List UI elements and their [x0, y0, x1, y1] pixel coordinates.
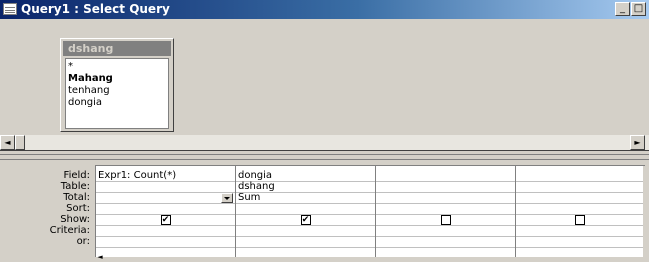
- row-label-total: Total:: [63, 192, 90, 203]
- row-label-criteria: Criteria:: [49, 225, 90, 236]
- grid-cell-table[interactable]: [376, 182, 515, 193]
- grid-cell-or[interactable]: [516, 237, 643, 248]
- grid-horizontal-scrollbar[interactable]: ◄: [95, 249, 135, 261]
- grid-cell-sort[interactable]: [376, 204, 515, 215]
- show-checkbox[interactable]: ✔: [300, 215, 311, 225]
- show-checkbox[interactable]: [440, 215, 451, 225]
- grid-cell-total[interactable]: Sum: [236, 193, 375, 204]
- grid-cell-show: [376, 215, 515, 226]
- grid-cell-show: ✔: [236, 215, 375, 226]
- grid-cell-criteria[interactable]: [516, 226, 643, 237]
- window-title: Query1 : Select Query: [21, 2, 170, 16]
- row-label-or: or:: [76, 236, 90, 247]
- query-design-grid: Field: Table: Total: Sort: Show: Criteri…: [0, 160, 649, 261]
- grid-cell-field[interactable]: [376, 171, 515, 182]
- grid-column-4: [515, 166, 643, 257]
- grid-cell-sort[interactable]: [516, 204, 643, 215]
- field-list-item-mahang[interactable]: Mahang: [68, 73, 168, 85]
- table-pane: dshang * Mahang tenhang dongia ◄ ►: [0, 19, 649, 150]
- row-label-show: Show:: [60, 214, 90, 225]
- grid-cell-criteria[interactable]: [96, 226, 235, 237]
- scroll-left-icon[interactable]: ◄: [95, 253, 105, 261]
- field-list-item-tenhang[interactable]: tenhang: [68, 85, 168, 97]
- window-titlebar[interactable]: Query1 : Select Query _ □: [0, 0, 649, 19]
- grid-cell-criteria[interactable]: [236, 226, 375, 237]
- grid-cell-total[interactable]: [376, 193, 515, 204]
- grid-column-2: dongia dshang Sum ✔: [235, 166, 375, 257]
- field-list-title[interactable]: dshang: [63, 41, 171, 56]
- grid-cell-show: ✔: [96, 215, 235, 226]
- field-list-item-dongia[interactable]: dongia: [68, 97, 168, 109]
- query-icon: [3, 3, 17, 15]
- grid-cell-total[interactable]: [96, 193, 235, 204]
- grid-cell-or[interactable]: [376, 237, 515, 248]
- restore-button[interactable]: □: [631, 2, 646, 16]
- field-list: * Mahang tenhang dongia: [65, 58, 169, 129]
- grid-cell-field[interactable]: [516, 171, 643, 182]
- field-list-window[interactable]: dshang * Mahang tenhang dongia: [60, 38, 174, 132]
- grid-vertical-scrollbar[interactable]: [643, 166, 649, 257]
- grid-cell-table[interactable]: [96, 182, 235, 193]
- chevron-down-icon[interactable]: [221, 193, 233, 203]
- grid-column-3: [375, 166, 515, 257]
- pane-splitter[interactable]: [0, 150, 649, 160]
- grid-column-1: Expr1: Count(*) ✔: [95, 166, 235, 257]
- table-pane-vertical-scrollbar[interactable]: [643, 19, 649, 150]
- grid-cell-total[interactable]: [516, 193, 643, 204]
- scroll-left-icon[interactable]: ◄: [0, 135, 15, 150]
- grid-cell-show: [516, 215, 643, 226]
- field-list-item-all[interactable]: *: [68, 61, 168, 73]
- scroll-thumb[interactable]: [15, 135, 25, 150]
- show-checkbox[interactable]: [574, 215, 585, 225]
- minimize-button[interactable]: _: [615, 2, 630, 16]
- grid-cell-or[interactable]: [236, 237, 375, 248]
- scroll-right-icon[interactable]: ►: [630, 135, 645, 150]
- row-label-field: Field:: [63, 170, 90, 181]
- row-label-table: Table:: [60, 181, 90, 192]
- grid-cell-field[interactable]: Expr1: Count(*): [96, 171, 235, 182]
- show-checkbox[interactable]: ✔: [160, 215, 171, 225]
- row-label-sort: Sort:: [66, 203, 90, 214]
- grid-cell-sort[interactable]: [236, 204, 375, 215]
- grid-cell-criteria[interactable]: [376, 226, 515, 237]
- grid-cell-or[interactable]: [96, 237, 235, 248]
- grid-cell-sort[interactable]: [96, 204, 235, 215]
- table-pane-horizontal-scrollbar[interactable]: ◄ ►: [0, 135, 649, 150]
- grid-cell-table[interactable]: [516, 182, 643, 193]
